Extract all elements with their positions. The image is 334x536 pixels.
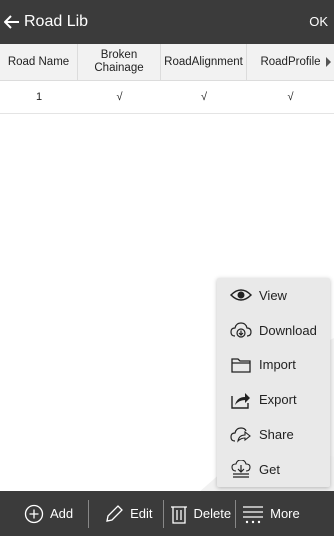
add-button[interactable]: Add xyxy=(24,491,73,536)
menu-item-import-label: Import xyxy=(259,357,296,373)
bottom-toolbar: Add Edit Delete More xyxy=(0,491,334,536)
column-header-road-alignment[interactable]: RoadAlignment xyxy=(161,44,247,80)
pencil-icon xyxy=(104,504,124,524)
table-row[interactable]: 1 √ √ √ xyxy=(0,81,334,114)
delete-button[interactable]: Delete xyxy=(170,491,232,536)
add-circle-icon xyxy=(24,504,44,524)
column-header-road-profile-label: RoadProfile xyxy=(260,55,321,68)
cell-broken-chainage: √ xyxy=(116,90,123,103)
menu-item-import[interactable]: Import xyxy=(217,348,330,383)
edit-button[interactable]: Edit xyxy=(104,491,153,536)
export-arrow-icon xyxy=(229,390,253,410)
get-download-icon xyxy=(229,459,253,479)
more-button-label: More xyxy=(270,506,300,521)
cloud-download-icon xyxy=(229,320,253,340)
column-header-broken-chainage[interactable]: Broken Chainage xyxy=(78,44,161,80)
more-menu-icon xyxy=(242,504,264,524)
scroll-right-icon[interactable] xyxy=(326,57,331,67)
top-app-bar: Road Lib OK xyxy=(0,0,334,44)
menu-item-export-label: Export xyxy=(259,392,297,408)
toolbar-divider xyxy=(88,499,90,528)
eye-icon xyxy=(229,285,253,305)
menu-item-get[interactable]: Get xyxy=(217,452,330,487)
cell-road-alignment: √ xyxy=(200,90,208,103)
ok-button[interactable]: OK xyxy=(309,14,328,29)
toolbar-divider xyxy=(162,499,164,528)
cloud-share-icon xyxy=(229,425,253,445)
trash-icon xyxy=(170,504,188,524)
delete-button-label: Delete xyxy=(193,506,232,521)
column-header-road-profile[interactable]: RoadProfile xyxy=(247,44,334,80)
back-arrow-icon[interactable] xyxy=(4,15,20,29)
menu-item-export[interactable]: Export xyxy=(217,382,330,417)
table-header: Road Name Broken Chainage RoadAlignment … xyxy=(0,44,334,81)
more-popup-menu: View Download Import Export Share Get xyxy=(217,278,330,487)
more-button[interactable]: More xyxy=(242,491,300,536)
menu-item-download-label: Download xyxy=(259,322,317,338)
page-title: Road Lib xyxy=(24,13,89,30)
menu-item-get-label: Get xyxy=(259,461,280,477)
menu-item-share-label: Share xyxy=(259,427,294,443)
menu-item-share[interactable]: Share xyxy=(217,417,330,452)
cell-road-name: 1 xyxy=(35,90,43,103)
folder-icon xyxy=(229,355,253,375)
column-header-road-name[interactable]: Road Name xyxy=(0,44,78,80)
cell-road-profile: √ xyxy=(287,90,294,103)
add-button-label: Add xyxy=(50,506,74,521)
menu-item-view-label: View xyxy=(259,287,287,303)
menu-item-view[interactable]: View xyxy=(217,278,330,313)
toolbar-divider xyxy=(235,499,237,528)
edit-button-label: Edit xyxy=(130,506,153,521)
menu-item-download[interactable]: Download xyxy=(217,313,330,348)
